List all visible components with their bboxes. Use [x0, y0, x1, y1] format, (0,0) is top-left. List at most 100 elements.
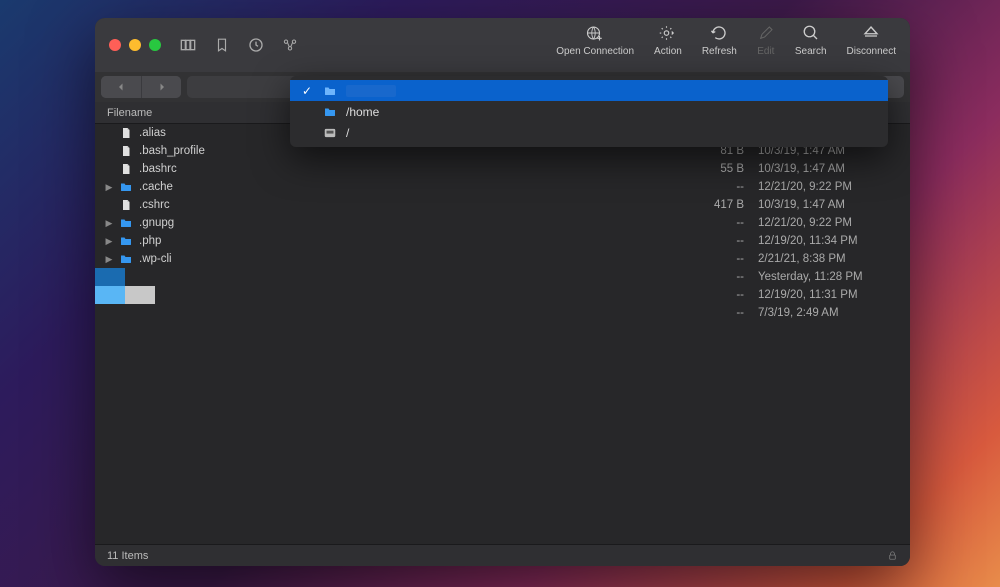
- disclosure-triangle[interactable]: ▶: [105, 182, 113, 193]
- file-icon: [119, 126, 133, 140]
- app-window: Open Connection Action Refresh Edit: [95, 18, 910, 566]
- pencil-icon: [757, 24, 775, 42]
- file-size: --: [694, 181, 744, 193]
- path-option-root[interactable]: /: [290, 122, 888, 143]
- disclosure-triangle[interactable]: ▶: [105, 218, 113, 229]
- file-name: .wp-cli: [139, 253, 688, 265]
- file-name: .cshrc: [139, 199, 688, 211]
- globe-plus-icon: [586, 24, 604, 42]
- file-row[interactable]: ▶ .php -- 12/19/20, 11:34 PM: [95, 232, 910, 250]
- file-icon: [119, 144, 133, 158]
- search-button[interactable]: Search: [795, 24, 827, 57]
- action-button[interactable]: Action: [654, 24, 682, 57]
- item-count: 11 Items: [107, 550, 148, 562]
- file-date: 2/21/21, 8:38 PM: [750, 253, 900, 265]
- pipeline-icon[interactable]: [281, 36, 299, 54]
- thumbnail: [125, 286, 155, 304]
- file-date: 12/19/20, 11:34 PM: [750, 235, 900, 247]
- history-icon[interactable]: [247, 36, 265, 54]
- refresh-icon: [710, 24, 728, 42]
- edit-label: Edit: [757, 46, 774, 57]
- file-size: --: [694, 217, 744, 229]
- file-row[interactable]: ▶ .gnupg -- 12/21/20, 9:22 PM: [95, 214, 910, 232]
- file-size: --: [694, 271, 744, 283]
- file-size: --: [694, 235, 744, 247]
- titlebar: Open Connection Action Refresh Edit: [95, 18, 910, 72]
- disclosure-triangle[interactable]: ▶: [105, 236, 113, 247]
- disconnect-label: Disconnect: [847, 46, 896, 57]
- file-date: 7/3/19, 2:49 AM: [750, 307, 900, 319]
- nav-bar: ✓ /home: [95, 72, 910, 102]
- path-option-label-redacted: [346, 85, 396, 97]
- folder-icon: [119, 234, 133, 248]
- file-date: 12/21/20, 9:22 PM: [750, 217, 900, 229]
- refresh-label: Refresh: [702, 46, 737, 57]
- file-row[interactable]: .bashrc55 B10/3/19, 1:47 AM: [95, 160, 910, 178]
- minimize-window-button[interactable]: [129, 39, 141, 51]
- disconnect-button[interactable]: Disconnect: [847, 24, 896, 57]
- file-date: Yesterday, 11:28 PM: [750, 271, 900, 283]
- path-option-current[interactable]: ✓: [290, 80, 888, 101]
- file-row[interactable]: -- 7/3/19, 2:49 AM: [95, 304, 910, 322]
- file-icon: [119, 306, 133, 320]
- file-name: .gnupg: [139, 217, 688, 229]
- disclosure-triangle[interactable]: ▶: [105, 254, 113, 265]
- file-name: .php: [139, 235, 688, 247]
- zoom-window-button[interactable]: [149, 39, 161, 51]
- file-row[interactable]: .cshrc 417 B 10/3/19, 1:47 AM: [95, 196, 910, 214]
- file-date: 12/21/20, 9:22 PM: [750, 181, 900, 193]
- path-dropdown-menu: ✓ /home: [290, 76, 888, 147]
- nav-forward-button[interactable]: [141, 76, 181, 98]
- bookmark-icon[interactable]: [213, 36, 231, 54]
- file-date: 12/19/20, 11:31 PM: [750, 289, 900, 301]
- lock-icon: [887, 550, 898, 561]
- thumbnail-overlay: [95, 268, 155, 304]
- toolbar-left-icons: [179, 36, 299, 54]
- file-row[interactable]: ▶ .cache -- 12/21/20, 9:22 PM: [95, 178, 910, 196]
- folder-icon: [322, 105, 338, 119]
- thumbnail: [95, 286, 125, 304]
- file-icon: [119, 198, 133, 212]
- path-option-label: /: [346, 126, 349, 140]
- gear-icon: [659, 24, 677, 42]
- folder-icon: [119, 252, 133, 266]
- action-label: Action: [654, 46, 682, 57]
- window-controls: [109, 39, 161, 51]
- search-label: Search: [795, 46, 827, 57]
- folder-icon: [322, 84, 338, 98]
- file-size: --: [694, 253, 744, 265]
- check-icon: ✓: [300, 84, 314, 98]
- file-name: .bashrc: [139, 163, 688, 175]
- columns-icon[interactable]: [179, 36, 197, 54]
- file-size: --: [694, 307, 744, 319]
- nav-back-button[interactable]: [101, 76, 141, 98]
- file-date: 10/3/19, 1:47 AM: [750, 199, 900, 211]
- folder-icon: [119, 180, 133, 194]
- folder-icon: [119, 216, 133, 230]
- path-dropdown-field[interactable]: ✓ /home: [187, 76, 858, 98]
- refresh-button[interactable]: Refresh: [702, 24, 737, 57]
- search-icon: [802, 24, 820, 42]
- file-size: --: [694, 289, 744, 301]
- open-connection-label: Open Connection: [556, 46, 634, 57]
- filename-header: Filename: [107, 107, 152, 119]
- toolbar-actions: Open Connection Action Refresh Edit: [556, 18, 896, 72]
- edit-button: Edit: [757, 24, 775, 57]
- file-row[interactable]: ▶ .wp-cli -- 2/21/21, 8:38 PM: [95, 250, 910, 268]
- thumbnail: [95, 268, 125, 286]
- file-list: .alias1:47 AM.bash_profile81 B10/3/19, 1…: [95, 124, 910, 544]
- nav-back-forward: [101, 76, 181, 98]
- file-name: .cache: [139, 181, 688, 193]
- status-bar: 11 Items: [95, 544, 910, 566]
- disk-icon: [322, 126, 338, 140]
- file-size: 55 B: [694, 163, 744, 175]
- file-size: 417 B: [694, 199, 744, 211]
- file-icon: [119, 162, 133, 176]
- open-connection-button[interactable]: Open Connection: [556, 24, 634, 57]
- eject-icon: [862, 24, 880, 42]
- close-window-button[interactable]: [109, 39, 121, 51]
- path-option-label: /home: [346, 105, 379, 119]
- file-row[interactable]: -- Yesterday, 11:28 PM: [95, 268, 910, 286]
- path-option-home[interactable]: /home: [290, 101, 888, 122]
- file-row[interactable]: -- 12/19/20, 11:31 PM: [95, 286, 910, 304]
